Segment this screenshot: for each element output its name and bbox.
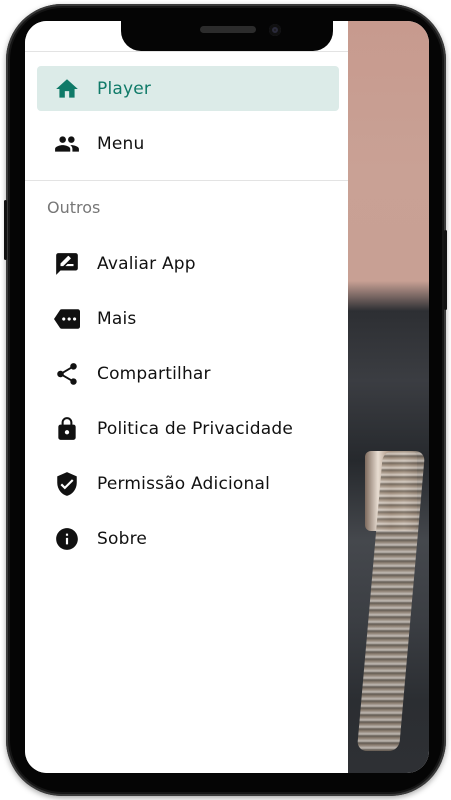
drawer-item-sobre[interactable]: Sobre: [37, 516, 339, 561]
drawer-item-avaliar-app[interactable]: Avaliar App: [37, 241, 339, 286]
power-button: [444, 230, 447, 310]
group-icon: [53, 130, 81, 158]
more-tag-icon: [53, 305, 81, 333]
front-camera: [269, 24, 281, 36]
drawer-item-label: Permissão Adicional: [97, 473, 271, 494]
drawer-item-mais[interactable]: Mais: [37, 296, 339, 341]
volume-button: [4, 200, 7, 260]
lock-icon: [53, 415, 81, 443]
drawer-item-permissao-adicional[interactable]: Permissão Adicional: [37, 461, 339, 506]
drawer-item-label: Mais: [97, 308, 137, 329]
navigation-drawer: Player Menu Outros Avaliar App Mais Comp…: [25, 21, 348, 773]
drawer-header-divider: [25, 51, 348, 52]
section-divider: [25, 180, 348, 181]
share-icon: [53, 360, 81, 388]
rate-review-icon: [53, 250, 81, 278]
drawer-item-compartilhar[interactable]: Compartilhar: [37, 351, 339, 396]
drawer-item-label: Avaliar App: [97, 253, 196, 274]
home-icon: [53, 75, 81, 103]
section-title-outros: Outros: [47, 198, 101, 217]
drawer-item-label: Player: [97, 78, 152, 99]
speaker-grille: [200, 26, 256, 33]
screen: Player Menu Outros Avaliar App Mais Comp…: [25, 21, 429, 773]
drawer-item-label: Menu: [97, 133, 145, 154]
info-icon: [53, 525, 81, 553]
drawer-item-politica-de-privacidade[interactable]: Politica de Privacidade: [37, 406, 339, 451]
drawer-item-label: Compartilhar: [97, 363, 211, 384]
drawer-item-menu[interactable]: Menu: [37, 121, 339, 166]
verified-shield-icon: [53, 470, 81, 498]
drawer-item-label: Politica de Privacidade: [97, 418, 293, 439]
drawer-item-player[interactable]: Player: [37, 66, 339, 111]
drawer-item-label: Sobre: [97, 528, 148, 549]
